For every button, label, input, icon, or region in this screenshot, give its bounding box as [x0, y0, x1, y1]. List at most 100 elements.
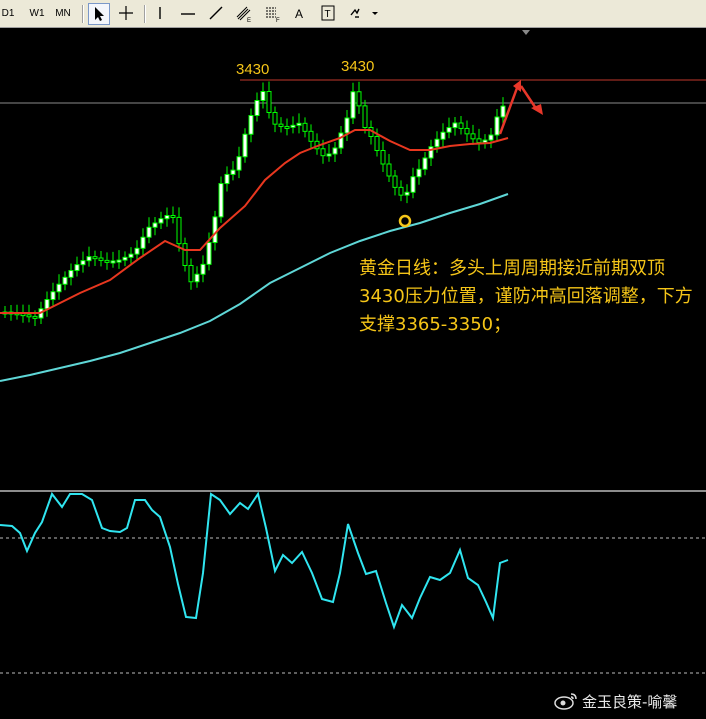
- text-tool-button[interactable]: A: [290, 3, 312, 25]
- support-low-marker: [398, 214, 412, 228]
- bear-candle-body: [320, 148, 326, 157]
- bear-candle-body: [392, 175, 398, 188]
- vertical-line-icon: [159, 7, 161, 19]
- bull-candle-body: [50, 291, 56, 301]
- chart-toolbar: D1 W1 MN E F A T: [0, 0, 706, 28]
- peak-label-right: 3430: [341, 58, 375, 75]
- bear-candle-body: [104, 259, 110, 263]
- bull-candle-body: [68, 270, 74, 278]
- bull-candle-body: [62, 276, 68, 285]
- bear-candle-body: [278, 123, 284, 127]
- timeframe-w1-button[interactable]: W1: [26, 4, 48, 24]
- text-icon: A: [295, 7, 303, 21]
- price-chart[interactable]: [0, 28, 706, 719]
- bear-candle-body: [302, 122, 308, 132]
- vertical-line-button[interactable]: [150, 3, 172, 25]
- svg-text:T: T: [325, 9, 331, 20]
- bull-candle-body: [416, 168, 422, 178]
- bear-candle-body: [26, 314, 32, 318]
- projection-arrow: [498, 80, 543, 135]
- equidistant-channel-icon: E: [236, 6, 251, 24]
- bull-candle-body: [452, 122, 458, 129]
- svg-text:E: E: [247, 18, 251, 23]
- bull-candle-body: [86, 256, 92, 262]
- svg-text:F: F: [276, 18, 280, 23]
- bull-candle-body: [116, 259, 122, 263]
- bull-candle-body: [434, 138, 440, 148]
- bull-candle-body: [134, 247, 140, 255]
- bear-candle-body: [356, 91, 362, 107]
- horizontal-line-icon: [181, 13, 195, 15]
- scroll-shift-marker[interactable]: [522, 30, 530, 35]
- bull-candle-body: [428, 146, 434, 159]
- text-label-button[interactable]: T: [318, 3, 340, 25]
- bear-candle-body: [476, 138, 482, 144]
- bull-candle-body: [338, 132, 344, 149]
- arrows-dropdown-button[interactable]: [346, 3, 380, 25]
- bull-candle-body: [326, 153, 332, 157]
- bear-candle-body: [464, 127, 470, 135]
- arrows-dropdown-icon: [350, 8, 378, 18]
- bear-candle-body: [182, 243, 188, 266]
- bull-candle-body: [140, 236, 146, 249]
- bear-candle-body: [398, 186, 404, 196]
- horizontal-line-button[interactable]: [178, 3, 200, 25]
- bull-candle-body: [488, 134, 494, 141]
- analysis-annotation: 黄金日线：多头上周周期接近前期双顶3430压力位置，谨防冲高回落调整，下方支撑3…: [359, 258, 693, 335]
- bear-candle-body: [272, 112, 278, 125]
- crosshair-button[interactable]: [116, 3, 138, 25]
- bull-candle-body: [344, 117, 350, 134]
- bear-candle-body: [284, 125, 290, 129]
- bull-candle-body: [230, 169, 236, 175]
- trendline-button[interactable]: [206, 3, 228, 25]
- bull-candle-body: [224, 173, 230, 185]
- bull-candle-body: [218, 183, 224, 218]
- fibonacci-retracement-button[interactable]: F: [262, 3, 284, 25]
- oscillator-panel: [0, 491, 706, 674]
- bull-candle-body: [332, 147, 338, 155]
- bull-candle-body: [446, 127, 452, 133]
- timeframe-d1-button[interactable]: D1: [0, 4, 16, 24]
- bull-candle-body: [260, 91, 266, 101]
- bull-candle-body: [242, 133, 248, 158]
- bull-candle-body: [422, 157, 428, 170]
- bull-candle-body: [494, 116, 500, 136]
- bull-candle-body: [56, 283, 62, 293]
- bear-candle-body: [386, 163, 392, 177]
- bull-candle-body: [254, 100, 260, 116]
- bull-candle-body: [248, 115, 254, 135]
- bear-candle-body: [98, 257, 104, 261]
- bull-candle-body: [404, 191, 410, 196]
- bear-candle-body: [458, 122, 464, 129]
- equidistant-channel-button[interactable]: E: [234, 3, 256, 25]
- bull-candle-body: [80, 260, 86, 266]
- crosshair-icon: [119, 6, 133, 20]
- timeframe-mn-button[interactable]: MN: [52, 4, 74, 24]
- bull-candle-body: [296, 122, 302, 126]
- bear-candle-body: [362, 105, 368, 128]
- bull-candle-body: [128, 253, 134, 258]
- cursor-arrow-button[interactable]: [88, 3, 110, 25]
- watermark-text: 金玉良策-喻馨: [582, 693, 678, 711]
- bull-candle-body: [194, 273, 200, 283]
- bull-candle-body: [74, 264, 80, 272]
- bull-candle-body: [152, 222, 158, 228]
- bull-candle-body: [410, 176, 416, 193]
- bull-candle-body: [110, 260, 116, 264]
- toolbar-separator: [82, 5, 84, 23]
- bear-candle-body: [470, 133, 476, 140]
- bull-candle-body: [158, 218, 164, 224]
- bull-candle-body: [350, 91, 356, 119]
- svg-text:A: A: [295, 7, 303, 21]
- bear-candle-body: [188, 265, 194, 283]
- weibo-logo-icon: [554, 693, 577, 710]
- bear-candle-body: [32, 315, 38, 319]
- toolbar-separator: [144, 5, 146, 23]
- bull-candle-body: [236, 156, 242, 171]
- text-label-icon: T: [321, 5, 335, 21]
- bear-candle-body: [308, 130, 314, 142]
- bear-candle-body: [170, 215, 176, 218]
- bull-candle-body: [206, 242, 212, 265]
- bull-candle-body: [290, 124, 296, 128]
- bear-candle-body: [380, 150, 386, 165]
